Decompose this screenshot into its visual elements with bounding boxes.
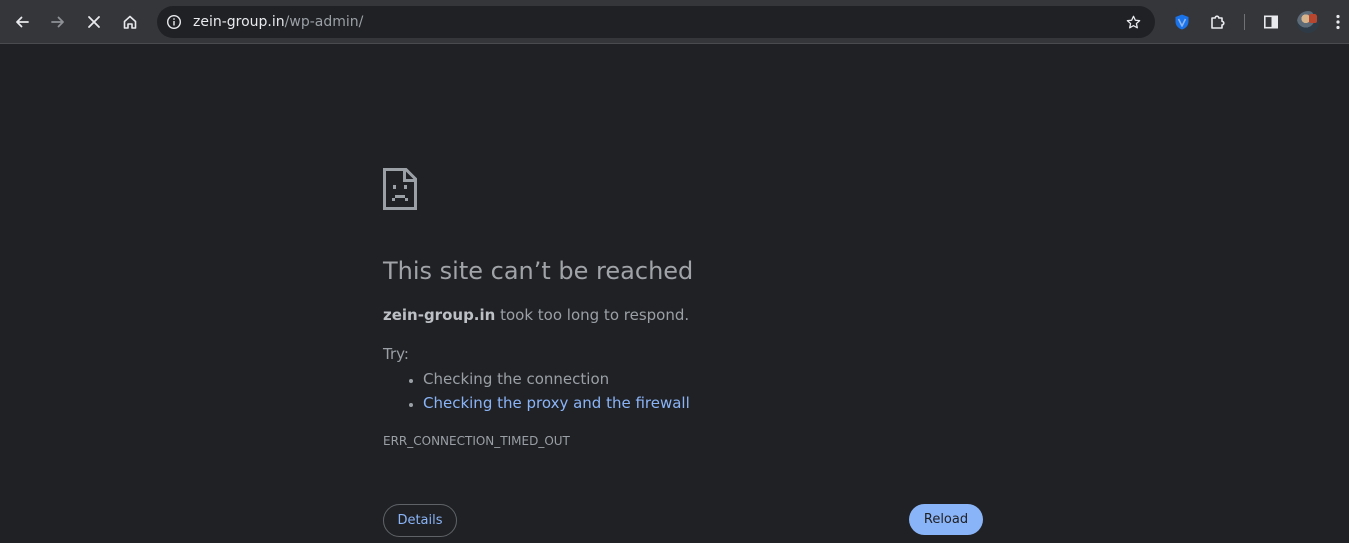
- shield-extension-button[interactable]: [1167, 7, 1197, 37]
- shield-extension-icon: [1175, 14, 1189, 30]
- bookmark-button[interactable]: [1123, 12, 1143, 32]
- error-title: This site can’t be reached: [383, 257, 694, 285]
- profile-avatar[interactable]: [1297, 11, 1319, 33]
- address-bar[interactable]: zein-group.in/wp-admin/: [157, 6, 1155, 38]
- extensions-button[interactable]: [1203, 7, 1233, 37]
- toolbar-separator: [1244, 14, 1245, 30]
- url-text[interactable]: zein-group.in/wp-admin/: [193, 13, 363, 31]
- site-info-button[interactable]: [164, 12, 184, 32]
- reload-button[interactable]: Reload: [909, 504, 983, 535]
- try-label: Try:: [383, 345, 409, 363]
- suggestion-check-proxy-firewall-link[interactable]: Checking the proxy and the firewall: [423, 391, 690, 415]
- side-panel-icon: [1263, 15, 1278, 29]
- puzzle-icon: [1211, 15, 1225, 29]
- forward-arrow-icon: [51, 16, 64, 28]
- error-description: zein-group.in took too long to respond.: [383, 305, 689, 325]
- home-button[interactable]: [115, 7, 145, 37]
- back-button[interactable]: [7, 7, 37, 37]
- info-icon: [166, 14, 182, 30]
- suggestion-check-connection: Checking the connection: [423, 367, 690, 391]
- stop-loading-button[interactable]: [79, 7, 109, 37]
- forward-button[interactable]: [43, 7, 73, 37]
- browser-menu-button[interactable]: [1328, 7, 1348, 37]
- back-arrow-icon: [16, 16, 29, 28]
- side-panel-button[interactable]: [1256, 7, 1286, 37]
- close-icon: [88, 16, 100, 28]
- url-path: /wp-admin/: [284, 14, 364, 30]
- suggestions-list: Checking the connection Checking the pro…: [383, 367, 690, 415]
- error-message: took too long to respond.: [495, 306, 690, 324]
- details-button[interactable]: Details: [383, 504, 457, 537]
- error-host: zein-group.in: [383, 306, 496, 324]
- error-code: ERR_CONNECTION_TIMED_OUT: [383, 434, 570, 448]
- sad-document-icon: [383, 168, 417, 210]
- url-domain: zein-group.in: [193, 14, 285, 30]
- star-icon: [1126, 15, 1140, 28]
- browser-toolbar: zein-group.in/wp-admin/: [0, 0, 1349, 44]
- kebab-menu-icon: [1336, 14, 1340, 30]
- home-icon: [123, 15, 137, 29]
